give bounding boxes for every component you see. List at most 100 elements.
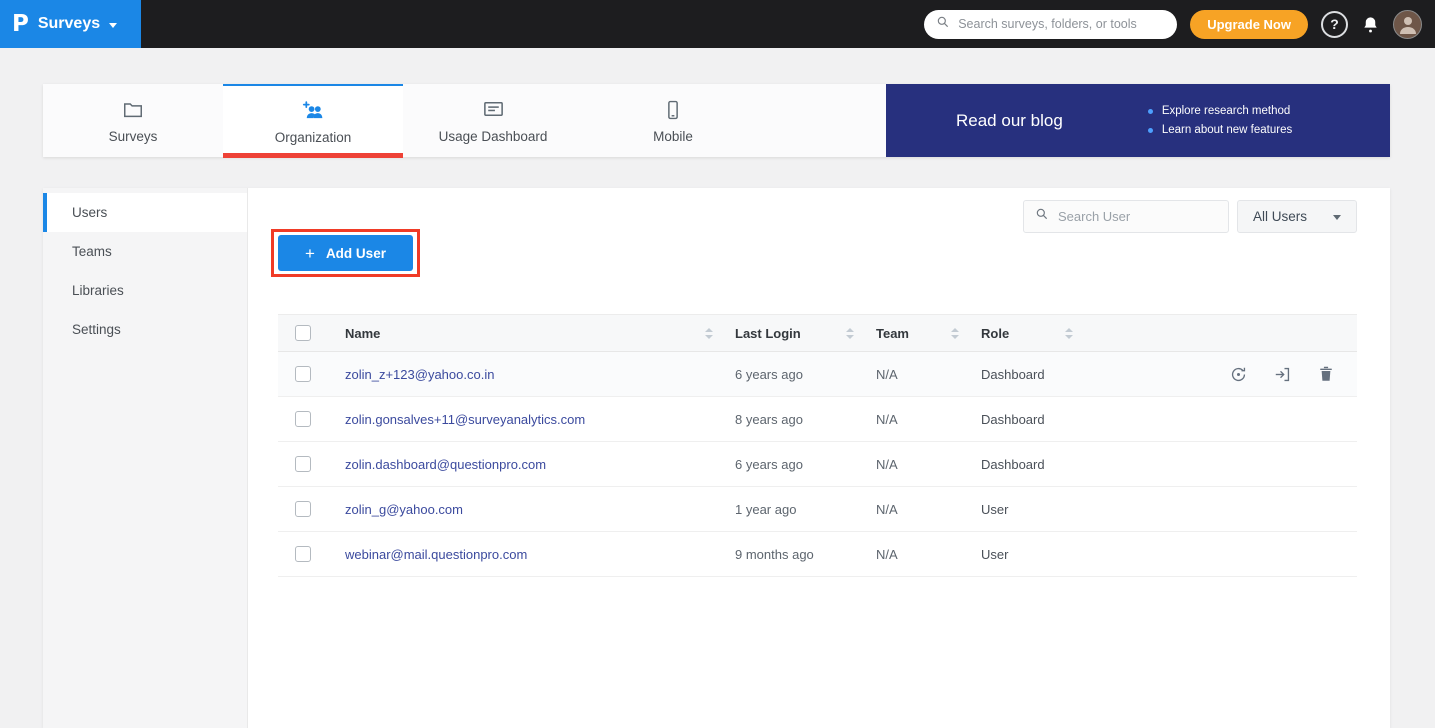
top-bar: P Surveys Upgrade Now ?	[0, 0, 1435, 48]
row-checkbox-cell	[278, 546, 328, 562]
blog-bullet: Explore research method	[1148, 105, 1292, 117]
product-menu-label: Surveys	[38, 15, 100, 33]
user-email-link[interactable]: zolin.gonsalves+11@surveyanalytics.com	[328, 412, 735, 427]
sort-icon[interactable]	[951, 328, 959, 339]
sort-icon[interactable]	[705, 328, 713, 339]
role-cell: User	[981, 547, 1095, 562]
blog-bullet-text: Explore research method	[1162, 105, 1290, 117]
user-filter-label: All Users	[1253, 209, 1307, 224]
blog-bullet-list: Explore research method Learn about new …	[1148, 105, 1292, 136]
user-email-link[interactable]: zolin_z+123@yahoo.co.in	[328, 367, 735, 382]
last-login-cell: 1 year ago	[735, 502, 876, 517]
role-cell: Dashboard	[981, 457, 1095, 472]
team-cell: N/A	[876, 547, 981, 562]
sidebar-item-settings[interactable]: Settings	[43, 310, 247, 349]
table-row: zolin_z+123@yahoo.co.in 6 years ago N/A …	[278, 352, 1357, 397]
tab-label: Usage Dashboard	[439, 129, 548, 144]
last-login-cell: 9 months ago	[735, 547, 876, 562]
row-checkbox[interactable]	[295, 411, 311, 427]
chevron-down-icon	[109, 23, 117, 28]
select-all-checkbox[interactable]	[295, 325, 311, 341]
sort-icon[interactable]	[1065, 328, 1073, 339]
sidebar-item-teams[interactable]: Teams	[43, 232, 247, 271]
add-user-area: + Add User	[278, 235, 413, 271]
sidebar-item-libraries[interactable]: Libraries	[43, 271, 247, 310]
row-checkbox-cell	[278, 366, 328, 382]
tab-label: Surveys	[109, 129, 158, 144]
column-header-role: Role	[981, 326, 1095, 341]
row-checkbox-cell	[278, 411, 328, 427]
team-cell: N/A	[876, 502, 981, 517]
delete-icon[interactable]	[1317, 365, 1335, 384]
sign-in-icon[interactable]	[1273, 365, 1292, 384]
blog-promo-title[interactable]: Read our blog	[956, 111, 1063, 131]
search-icon	[936, 15, 950, 34]
add-people-icon	[301, 99, 326, 123]
column-label: Role	[981, 326, 1009, 341]
sidebar-item-users[interactable]: Users	[43, 193, 247, 232]
organization-sidebar: Users Teams Libraries Settings	[43, 188, 248, 728]
blog-promo-panel: Read our blog Explore research method Le…	[886, 84, 1390, 157]
team-cell: N/A	[876, 457, 981, 472]
user-email-link[interactable]: zolin.dashboard@questionpro.com	[328, 457, 735, 472]
tab-label: Organization	[275, 130, 352, 145]
bullet-dot-icon	[1148, 109, 1153, 114]
tab-mobile[interactable]: Mobile	[583, 84, 763, 157]
sort-icon[interactable]	[846, 328, 854, 339]
sidebar-item-label: Users	[72, 205, 107, 220]
row-checkbox[interactable]	[295, 366, 311, 382]
search-user-input[interactable]	[1058, 209, 1217, 224]
column-label: Last Login	[735, 326, 801, 341]
search-user-box[interactable]	[1023, 200, 1229, 233]
bullet-dot-icon	[1148, 128, 1153, 133]
questionpro-logo: P	[12, 13, 29, 36]
last-login-cell: 6 years ago	[735, 367, 876, 382]
help-button[interactable]: ?	[1321, 11, 1348, 38]
row-checkbox[interactable]	[295, 501, 311, 517]
last-login-cell: 8 years ago	[735, 412, 876, 427]
mobile-icon	[662, 98, 684, 122]
dashboard-icon	[482, 98, 505, 122]
row-actions	[1095, 365, 1357, 384]
role-cell: Dashboard	[981, 412, 1095, 427]
user-filter-dropdown[interactable]: All Users	[1237, 200, 1357, 233]
global-search[interactable]	[924, 10, 1177, 39]
upgrade-now-button[interactable]: Upgrade Now	[1190, 10, 1308, 39]
notifications-bell-icon[interactable]	[1361, 15, 1380, 34]
sidebar-item-label: Libraries	[72, 283, 124, 298]
user-avatar[interactable]	[1393, 10, 1422, 39]
header-checkbox-cell	[278, 325, 328, 341]
tab-surveys[interactable]: Surveys	[43, 84, 223, 157]
users-table: Name Last Login Team Role	[278, 314, 1357, 577]
add-user-button[interactable]: + Add User	[278, 235, 413, 271]
column-label: Team	[876, 326, 909, 341]
user-email-link[interactable]: webinar@mail.questionpro.com	[328, 547, 735, 562]
login-as-user-icon[interactable]	[1229, 365, 1248, 384]
sidebar-item-label: Teams	[72, 244, 112, 259]
product-menu[interactable]: P Surveys	[0, 0, 141, 48]
global-search-input[interactable]	[958, 17, 1165, 31]
row-checkbox[interactable]	[295, 456, 311, 472]
role-cell: User	[981, 502, 1095, 517]
column-header-name: Name	[328, 326, 735, 341]
users-content: All Users + Add User Name Last	[248, 188, 1390, 728]
tab-usage-dashboard[interactable]: Usage Dashboard	[403, 84, 583, 157]
chevron-down-icon	[1333, 215, 1341, 220]
row-checkbox-cell	[278, 456, 328, 472]
search-icon	[1035, 207, 1049, 226]
tab-label: Mobile	[653, 129, 693, 144]
row-checkbox[interactable]	[295, 546, 311, 562]
column-header-team: Team	[876, 326, 981, 341]
column-header-last-login: Last Login	[735, 326, 876, 341]
role-cell: Dashboard	[981, 367, 1095, 382]
sidebar-item-label: Settings	[72, 322, 121, 337]
users-toolbar: All Users	[278, 200, 1357, 233]
table-row: zolin.dashboard@questionpro.com 6 years …	[278, 442, 1357, 487]
table-row: webinar@mail.questionpro.com 9 months ag…	[278, 532, 1357, 577]
add-user-label: Add User	[326, 246, 386, 261]
tab-organization[interactable]: Organization	[223, 84, 403, 157]
tabs: Surveys Organization Usage Dashboard Mob…	[43, 84, 886, 157]
folder-icon	[122, 98, 144, 122]
user-email-link[interactable]: zolin_g@yahoo.com	[328, 502, 735, 517]
last-login-cell: 6 years ago	[735, 457, 876, 472]
